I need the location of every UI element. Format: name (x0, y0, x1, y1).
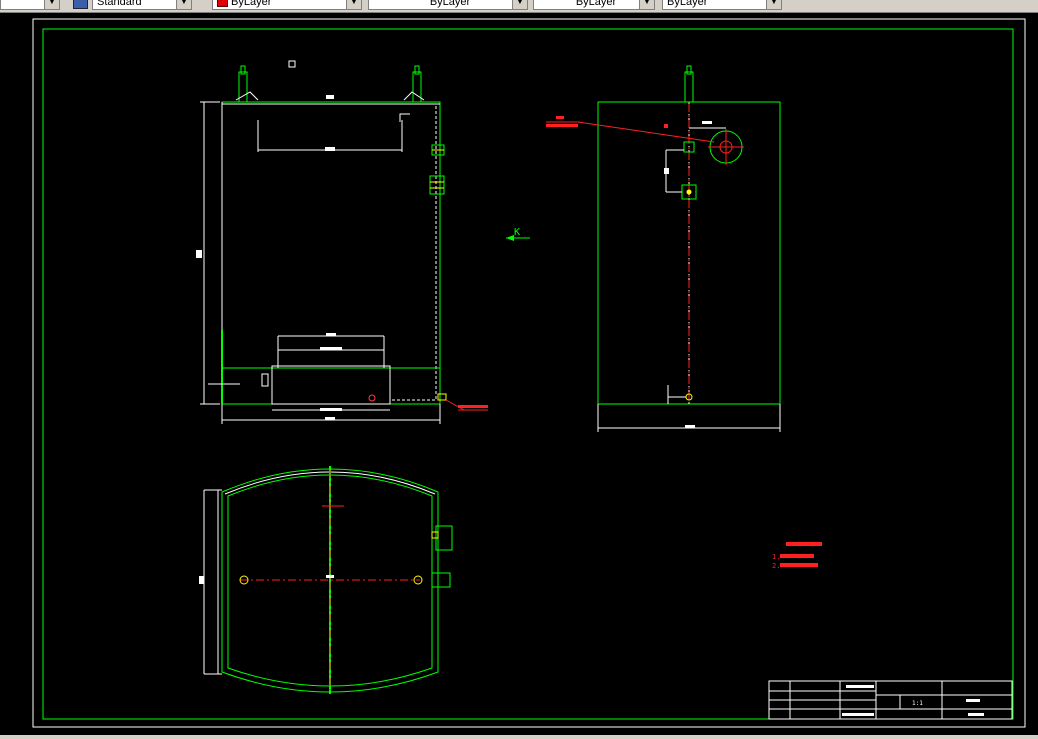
plotstyle-value: ByLayer (667, 0, 708, 8)
title-block: 1:1 (768, 680, 1013, 720)
text-style-icon[interactable] (73, 0, 88, 9)
chevron-down-icon: ▼ (512, 0, 527, 9)
color-dropdown[interactable]: ByLayer ▼ (212, 0, 362, 10)
text-style-value: Standard (97, 0, 142, 8)
drawing-canvas[interactable]: K 1. 2. 1:1 (0, 13, 1038, 735)
linetype-dropdown[interactable]: ByLayer ▼ (368, 0, 528, 10)
properties-toolbar: ▼ Standard ▼ ByLayer ▼ ByLayer ▼ ByLayer ▼ B… (0, 0, 1038, 13)
color-swatch-icon (217, 0, 228, 8)
sheet-outer-border (32, 18, 1026, 728)
lineweight-value: ByLayer (575, 0, 617, 8)
chevron-down-icon: ▼ (346, 0, 361, 9)
technical-notes: 1. 2. (772, 542, 822, 570)
color-value: ByLayer (231, 0, 272, 8)
note-line-1: 1. (772, 553, 780, 561)
leading-dropdown[interactable]: ▼ (0, 0, 60, 10)
chevron-down-icon: ▼ (176, 0, 191, 9)
lineweight-dropdown[interactable]: ByLayer ▼ (533, 0, 655, 10)
status-bar (0, 735, 1038, 739)
ucs-marker (288, 60, 296, 68)
linetype-value: ByLayer (429, 0, 471, 8)
side-view (546, 65, 781, 432)
plotstyle-dropdown[interactable]: ByLayer ▼ (662, 0, 782, 10)
note-line-2: 2. (772, 562, 780, 570)
chevron-down-icon: ▼ (44, 0, 59, 9)
title-scale: 1:1 (912, 700, 923, 707)
view-k-label: K (514, 227, 520, 238)
front-view (196, 65, 488, 424)
top-view (199, 466, 453, 694)
text-style-dropdown[interactable]: Standard ▼ (92, 0, 192, 10)
cad-drawing: K 1. 2. 1:1 (32, 18, 1026, 728)
chevron-down-icon: ▼ (639, 0, 654, 9)
sheet-inner-border (42, 28, 1014, 720)
chevron-down-icon: ▼ (766, 0, 781, 9)
view-k-marker: K (506, 227, 530, 241)
